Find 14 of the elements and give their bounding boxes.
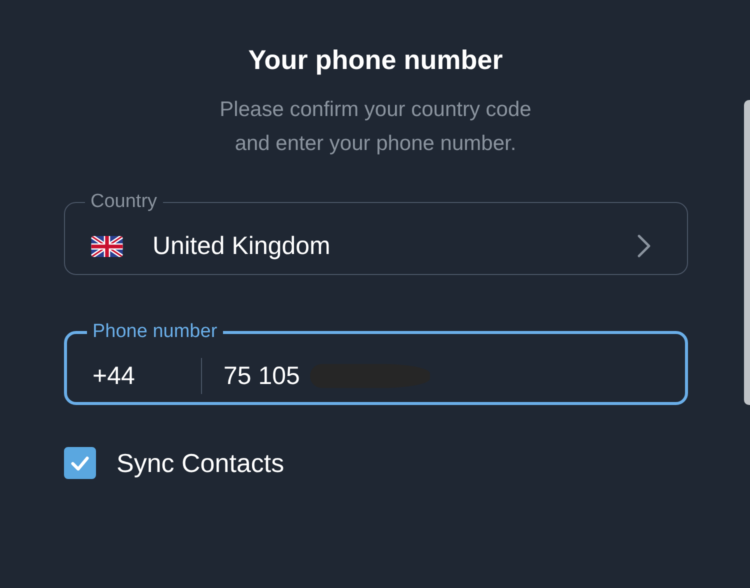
instruction-text: and enter your phone number. xyxy=(234,131,516,157)
field-label: Country xyxy=(90,191,158,213)
page-title: Your phone number xyxy=(248,44,503,77)
checkbox-label[interactable]: Sync Contacts xyxy=(116,448,284,478)
country-name: United Kingdom xyxy=(152,232,332,260)
country-code: +44 xyxy=(92,362,136,390)
checkbox[interactable] xyxy=(64,447,96,479)
phone-input[interactable]: 75 105 xyxy=(224,362,314,390)
flag-icon xyxy=(90,236,122,256)
chevron-right-icon xyxy=(636,234,650,258)
field-label: Phone number xyxy=(92,321,218,343)
phone-field[interactable]: Phone number +44 75 105 xyxy=(64,321,688,405)
instruction-text: Please confirm your country code xyxy=(220,97,532,123)
country-selector[interactable]: Country United Kingdom xyxy=(64,191,688,275)
